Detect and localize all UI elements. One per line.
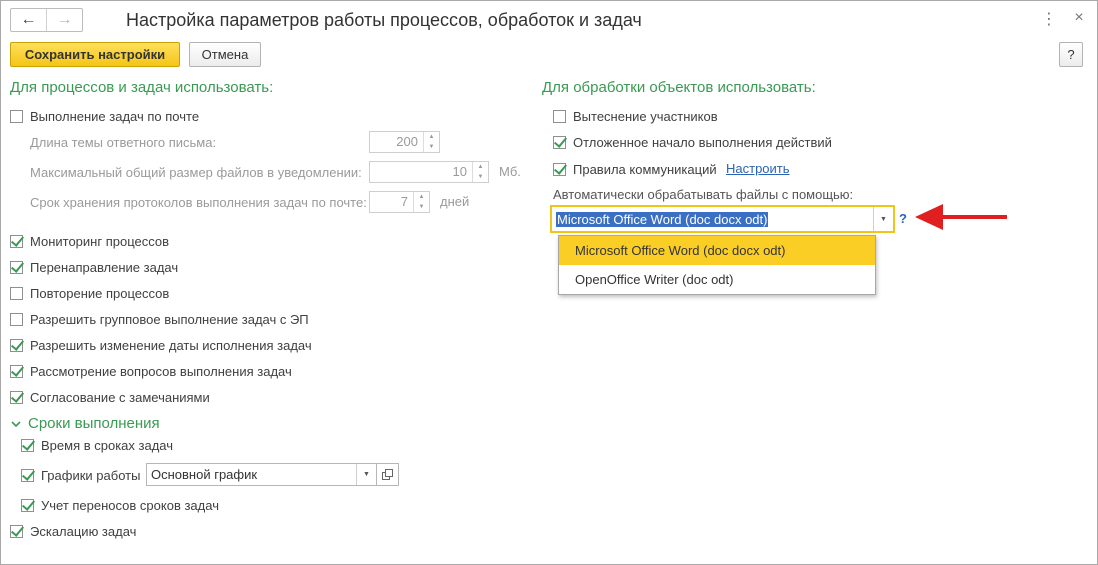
option-process-monitoring[interactable]: Мониторинг процессов — [10, 232, 169, 250]
chevron-down-icon — [11, 420, 21, 427]
task-redirect-checkbox[interactable] — [10, 260, 23, 274]
back-button[interactable]: ← — [11, 9, 46, 31]
processes-section-header: Для процессов и задач использовать: — [10, 79, 274, 96]
change-due-date-checkbox[interactable] — [10, 338, 23, 352]
arrow-left-icon: ← — [20, 11, 37, 28]
max-file-size-unit: Мб. — [499, 164, 521, 179]
mail-tasks-checkbox[interactable] — [10, 109, 23, 123]
log-retention-value: 7 — [400, 194, 408, 209]
process-monitoring-checkbox[interactable] — [10, 234, 23, 248]
deadline-transfers-checkbox[interactable] — [21, 498, 34, 512]
deferred-start-checkbox[interactable] — [553, 135, 566, 149]
option-time-in-deadlines[interactable]: Время в сроках задач — [21, 436, 173, 454]
cancel-button[interactable]: Отмена — [189, 42, 261, 67]
max-file-size-value: 10 — [452, 164, 467, 179]
reply-subject-length-input[interactable]: 200 ▲ ▼ — [369, 131, 440, 153]
red-arrow-icon — [915, 204, 1007, 230]
option-deadline-transfers[interactable]: Учет переносов сроков задач — [21, 496, 219, 514]
spin-down-icon[interactable]: ▼ — [414, 202, 429, 212]
option-group-execution-es[interactable]: Разрешить групповое выполнение задач с Э… — [10, 310, 309, 328]
work-schedules-checkbox[interactable] — [21, 468, 34, 482]
option-deferred-start[interactable]: Отложенное начало выполнения действий — [553, 133, 832, 151]
objects-section-header: Для обработки объектов использовать: — [542, 79, 816, 96]
more-menu-button[interactable]: ⋮ — [1040, 9, 1058, 29]
option-participant-displacement[interactable]: Вытеснение участников — [553, 107, 718, 125]
spin-down-icon[interactable]: ▼ — [424, 142, 439, 152]
time-in-deadlines-checkbox[interactable] — [21, 438, 34, 452]
auto-process-dropdown-list: Microsoft Office Word (doc docx odt) Ope… — [558, 235, 876, 295]
option-escalation[interactable]: Эскалацию задач — [10, 522, 136, 540]
log-retention-input[interactable]: 7 ▲ ▼ — [369, 191, 430, 213]
dropdown-option-word[interactable]: Microsoft Office Word (doc docx odt) — [559, 236, 875, 265]
option-communication-rules[interactable]: Правила коммуникаций — [553, 160, 717, 178]
close-icon: × — [1074, 9, 1084, 26]
close-button[interactable]: × — [1070, 9, 1088, 27]
group-execution-es-checkbox[interactable] — [10, 312, 23, 326]
option-execution-questions[interactable]: Рассмотрение вопросов выполнения задач — [10, 362, 292, 380]
reply-subject-length-value: 200 — [396, 134, 418, 149]
save-settings-button[interactable]: Сохранить настройки — [10, 42, 180, 67]
option-approval-remarks[interactable]: Согласование с замечаниями — [10, 388, 210, 406]
deadlines-group-header[interactable]: Сроки выполнения — [10, 415, 160, 432]
vertical-dots-icon: ⋮ — [1041, 11, 1057, 28]
participant-displacement-checkbox[interactable] — [553, 109, 566, 123]
approval-remarks-checkbox[interactable] — [10, 390, 23, 404]
execution-questions-checkbox[interactable] — [10, 364, 23, 378]
escalation-checkbox[interactable] — [10, 524, 23, 538]
mail-tasks-label: Выполнение задач по почте — [30, 108, 200, 124]
dropdown-arrow-icon[interactable]: ▼ — [873, 207, 893, 231]
window-title: Настройка параметров работы процессов, о… — [126, 10, 642, 30]
configure-link[interactable]: Настроить — [726, 161, 790, 176]
spin-down-icon[interactable]: ▼ — [473, 172, 488, 182]
option-task-redirect[interactable]: Перенаправление задач — [10, 258, 178, 276]
auto-process-select[interactable]: Microsoft Office Word (doc docx odt) ▼ — [550, 205, 895, 233]
spin-up-icon[interactable]: ▲ — [424, 132, 439, 142]
option-work-schedules[interactable]: Графики работы — [21, 466, 140, 484]
auto-process-label: Автоматически обрабатывать файлы с помощ… — [553, 187, 854, 202]
auto-process-value: Microsoft Office Word (doc docx odt) — [556, 211, 769, 227]
work-schedule-value: Основной график — [151, 467, 258, 482]
log-retention-unit: дней — [440, 194, 470, 209]
settings-window: ← → Настройка параметров работы процессо… — [0, 0, 1098, 565]
work-schedule-select[interactable]: Основной график ▼ — [146, 463, 377, 486]
reply-subject-length-label: Длина темы ответного письма: — [30, 134, 217, 150]
spin-up-icon[interactable]: ▲ — [414, 192, 429, 202]
process-repeat-checkbox[interactable] — [10, 286, 23, 300]
arrow-right-icon: → — [56, 11, 73, 28]
forward-button[interactable]: → — [46, 9, 82, 31]
dropdown-option-openoffice[interactable]: OpenOffice Writer (doc odt) — [559, 265, 875, 294]
navigation-buttons: ← → — [10, 8, 83, 32]
max-file-size-label: Максимальный общий размер файлов в уведо… — [30, 164, 362, 180]
help-button[interactable]: ? — [1059, 42, 1083, 67]
mail-tasks-option[interactable]: Выполнение задач по почте — [10, 107, 199, 125]
log-retention-label: Срок хранения протоколов выполнения зада… — [30, 194, 367, 210]
option-change-due-date[interactable]: Разрешить изменение даты исполнения зада… — [10, 336, 312, 354]
dropdown-arrow-icon[interactable]: ▼ — [356, 464, 376, 485]
option-process-repeat[interactable]: Повторение процессов — [10, 284, 169, 302]
communication-rules-checkbox[interactable] — [553, 162, 566, 176]
open-window-icon — [382, 469, 393, 480]
help-question-icon[interactable]: ? — [899, 211, 907, 226]
spin-up-icon[interactable]: ▲ — [473, 162, 488, 172]
max-file-size-input[interactable]: 10 ▲ ▼ — [369, 161, 489, 183]
open-schedule-button[interactable] — [377, 463, 399, 486]
